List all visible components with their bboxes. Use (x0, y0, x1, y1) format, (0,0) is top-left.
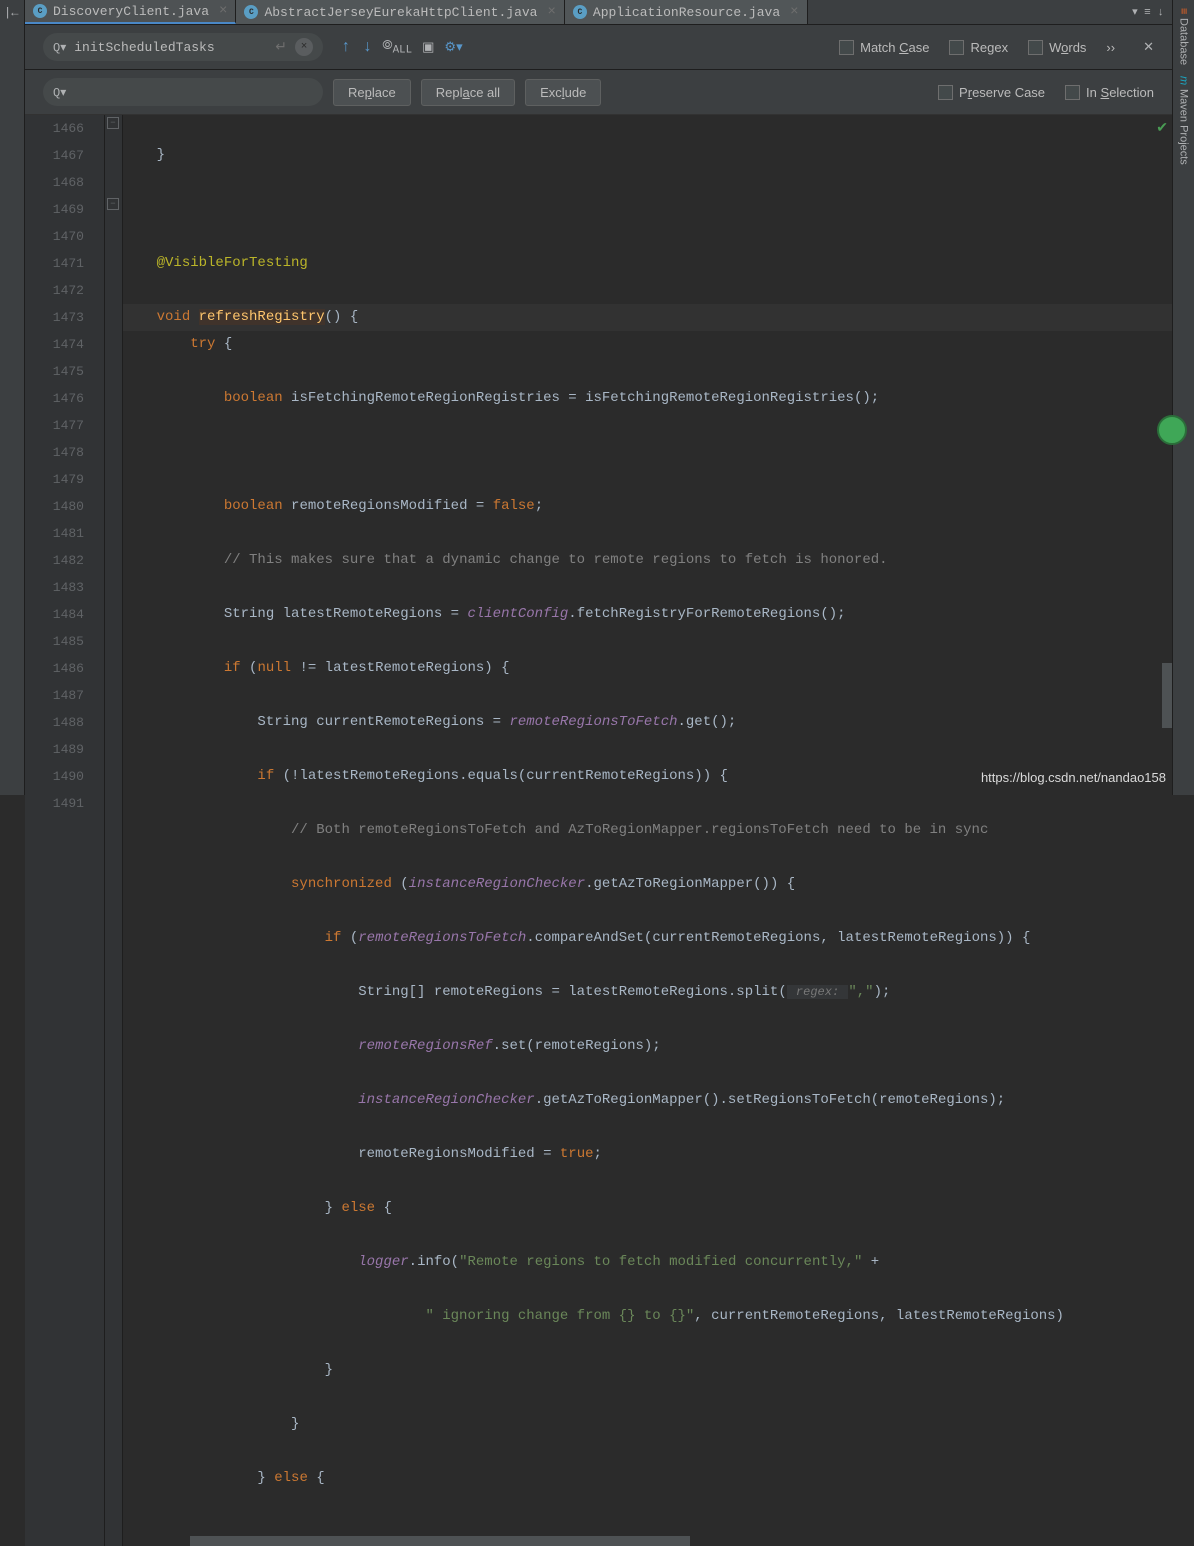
replace-bar: Q▾ Replace Replace all Exclude Preserve … (25, 70, 1172, 115)
fold-column[interactable]: − − (105, 115, 123, 1546)
editor-area[interactable]: 1466146714681469147014711472147314741475… (25, 115, 1172, 1546)
fold-icon[interactable]: − (107, 117, 119, 129)
watermark-text: https://blog.csdn.net/nandao158 (981, 770, 1166, 785)
floating-action-icon[interactable] (1157, 415, 1187, 445)
editor-tabs-bar: C DiscoveryClient.java × C AbstractJerse… (25, 0, 1172, 25)
match-case-option[interactable]: Match Case (839, 40, 929, 55)
search-icon[interactable]: Q▾ (53, 85, 66, 100)
code-content[interactable]: } @VisibleForTesting void refreshRegistr… (123, 115, 1172, 1546)
replace-input-container: Q▾ (43, 78, 323, 106)
close-icon[interactable]: × (219, 3, 227, 19)
checkbox[interactable] (949, 40, 964, 55)
close-find-icon[interactable]: ✕ (1143, 39, 1154, 55)
exclude-button[interactable]: Exclude (525, 79, 601, 106)
select-all-icon[interactable]: ⦾ALL (382, 38, 412, 57)
tab-menu[interactable]: ▾ ≡ ↓ (1132, 5, 1172, 19)
replace-all-button[interactable]: Replace all (421, 79, 515, 106)
checkbox[interactable] (839, 40, 854, 55)
close-icon[interactable]: × (547, 4, 555, 20)
clear-icon[interactable]: × (295, 38, 313, 56)
tab-label: ApplicationResource.java (593, 5, 780, 20)
find-input-container: Q▾ ↵ × (43, 33, 323, 61)
line-gutter: 1466146714681469147014711472147314741475… (25, 115, 105, 1546)
preserve-case-option[interactable]: Preserve Case (938, 85, 1045, 100)
checkbox[interactable] (1065, 85, 1080, 100)
more-icon[interactable]: ›› (1106, 40, 1115, 55)
replace-input[interactable] (74, 85, 313, 100)
tab-discovery-client[interactable]: C DiscoveryClient.java × (25, 0, 236, 24)
replace-button[interactable]: Replace (333, 79, 411, 106)
find-input[interactable] (74, 40, 267, 55)
close-icon[interactable]: × (790, 4, 798, 20)
fold-icon[interactable]: − (107, 198, 119, 210)
vertical-scrollbar[interactable] (1162, 663, 1172, 728)
prev-match-icon[interactable]: ↑ (341, 38, 351, 56)
tab-label: AbstractJerseyEurekaHttpClient.java (264, 5, 537, 20)
class-icon: C (33, 4, 47, 18)
right-tool-strip[interactable]: ≡Database mMaven Projects (1172, 0, 1194, 795)
tab-abstract-jersey[interactable]: C AbstractJerseyEurekaHttpClient.java × (236, 0, 564, 24)
find-bar: Q▾ ↵ × ↑ ↓ ⦾ALL ▣ ⚙▾ Match Case Regex Wo… (25, 25, 1172, 70)
add-selection-icon[interactable]: ▣ (422, 40, 434, 55)
settings-icon[interactable]: ⚙▾ (444, 40, 462, 55)
next-match-icon[interactable]: ↓ (363, 38, 373, 56)
tab-label: DiscoveryClient.java (53, 4, 209, 19)
database-tool-button[interactable]: ≡Database (1173, 8, 1194, 66)
class-icon: C (244, 5, 258, 19)
checkbox[interactable] (938, 85, 953, 100)
regex-option[interactable]: Regex (949, 40, 1008, 55)
back-icon[interactable]: |← (4, 6, 18, 20)
horizontal-scrollbar[interactable] (190, 1536, 690, 1546)
checkbox[interactable] (1028, 40, 1043, 55)
analysis-ok-icon[interactable]: ✔ (1156, 120, 1168, 137)
in-selection-option[interactable]: In Selection (1065, 85, 1154, 100)
tab-application-resource[interactable]: C ApplicationResource.java × (565, 0, 808, 24)
enter-hint-icon: ↵ (275, 39, 287, 56)
maven-tool-button[interactable]: mMaven Projects (1173, 76, 1194, 165)
class-icon: C (573, 5, 587, 19)
left-tool-strip[interactable]: |← (0, 0, 25, 795)
words-option[interactable]: Words (1028, 40, 1086, 55)
search-icon[interactable]: Q▾ (53, 40, 66, 55)
